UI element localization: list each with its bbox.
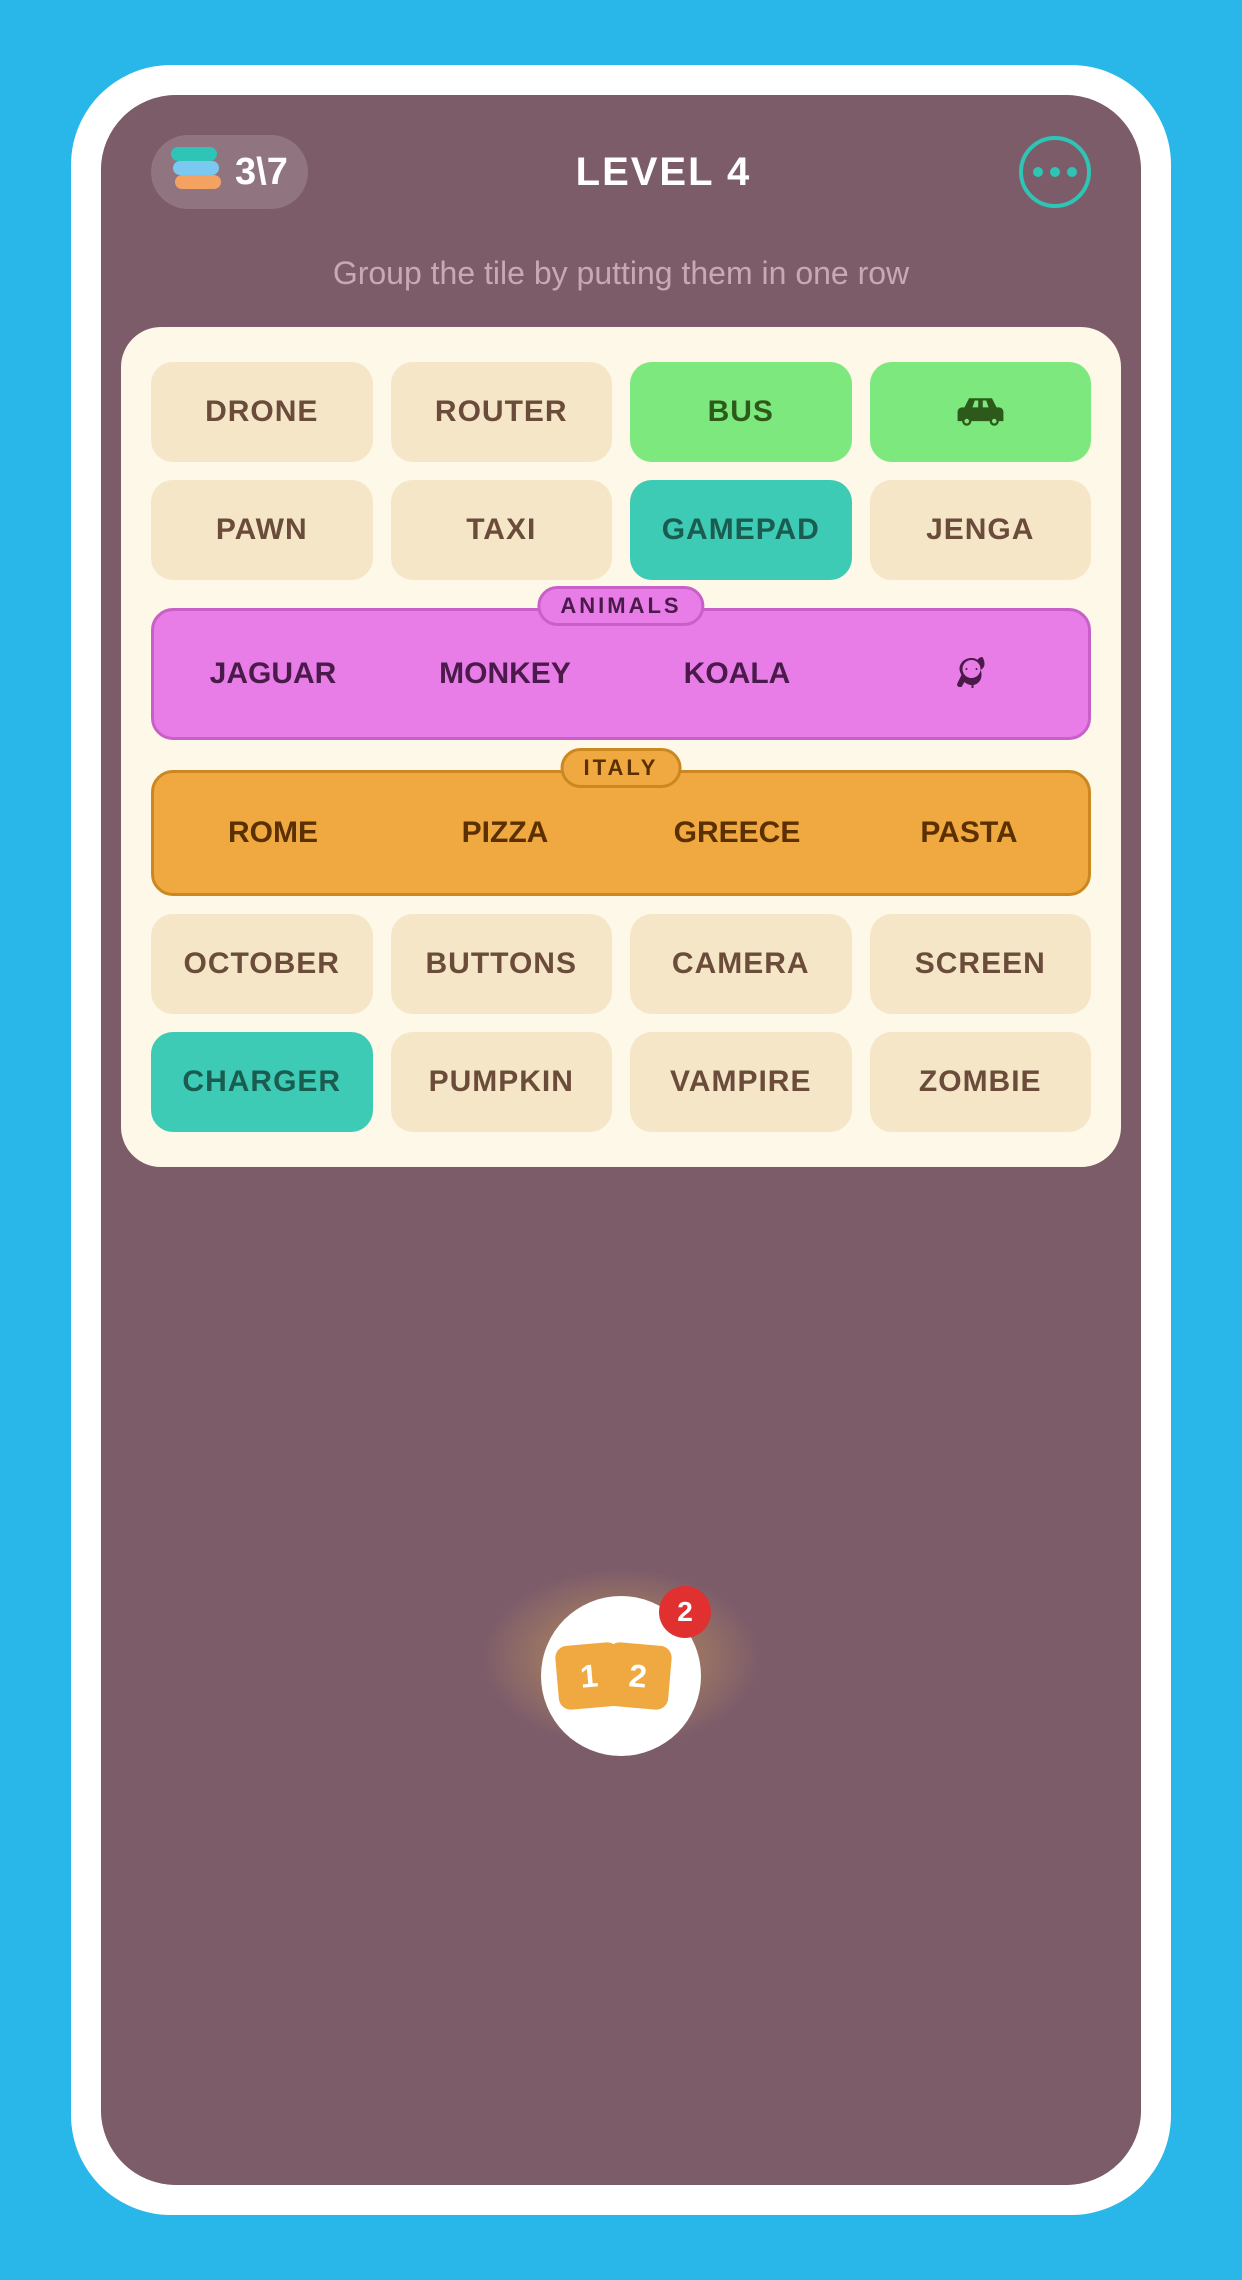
layers-icon (171, 147, 221, 197)
level-title: LEVEL 4 (576, 150, 752, 195)
animals-group-label: ANIMALS (537, 586, 704, 626)
menu-button[interactable] (1019, 136, 1091, 208)
header: 3\7 LEVEL 4 (101, 95, 1141, 239)
tile-monkey[interactable]: MONKEY (398, 623, 612, 725)
tile-october[interactable]: OCTOBER (151, 914, 373, 1014)
hint-tiles: 1 2 (557, 1644, 685, 1708)
tile-koala[interactable]: KOALA (630, 623, 844, 725)
row-6: CHARGER PUMPKIN VAMPIRE ZOMBIE (151, 1032, 1091, 1132)
tile-pumpkin[interactable]: PUMPKIN (391, 1032, 613, 1132)
tile-jaguar[interactable]: JAGUAR (166, 623, 380, 725)
instruction-text: Group the tile by putting them in one ro… (151, 249, 1091, 297)
bottom-area: 1 2 2 (101, 1167, 1141, 2185)
dot-3 (1067, 167, 1077, 177)
row-2: PAWN TAXI GAMEPAD JENGA (151, 480, 1091, 580)
tile-gamepad[interactable]: GAMEPAD (630, 480, 852, 580)
tile-router[interactable]: ROUTER (391, 362, 613, 462)
row-1: DRONE ROUTER BUS (151, 362, 1091, 462)
tile-screen[interactable]: SCREEN (870, 914, 1092, 1014)
game-board: DRONE ROUTER BUS PAWN TAXI GAMEPAD JENGA (121, 327, 1121, 1167)
tile-drone[interactable]: DRONE (151, 362, 373, 462)
tile-bus[interactable]: BUS (630, 362, 852, 462)
tile-car[interactable] (870, 362, 1092, 462)
tile-pawn[interactable]: PAWN (151, 480, 373, 580)
italy-group-wrapper: ITALY ROME PIZZA GREECE PASTA (151, 770, 1091, 896)
hint-tile-2: 2 (603, 1641, 672, 1710)
animals-group-wrapper: ANIMALS JAGUAR MONKEY KOALA (151, 608, 1091, 740)
tile-greece[interactable]: GREECE (630, 785, 844, 881)
tile-pizza[interactable]: PIZZA (398, 785, 612, 881)
dot-1 (1033, 167, 1043, 177)
italy-group-row: ITALY ROME PIZZA GREECE PASTA (151, 770, 1091, 896)
tile-zombie[interactable]: ZOMBIE (870, 1032, 1092, 1132)
tile-jenga[interactable]: JENGA (870, 480, 1092, 580)
italy-group-label: ITALY (561, 748, 682, 788)
instruction-area: Group the tile by putting them in one ro… (101, 239, 1141, 327)
tile-pasta[interactable]: PASTA (862, 785, 1076, 881)
animals-group-row: ANIMALS JAGUAR MONKEY KOALA (151, 608, 1091, 740)
score-badge: 3\7 (151, 135, 308, 209)
row-5: OCTOBER BUTTONS CAMERA SCREEN (151, 914, 1091, 1014)
dot-2 (1050, 167, 1060, 177)
tile-charger[interactable]: CHARGER (151, 1032, 373, 1132)
tile-taxi[interactable]: TAXI (391, 480, 613, 580)
hint-button[interactable]: 1 2 2 (541, 1596, 701, 1756)
phone-inner: 3\7 LEVEL 4 Group the tile by putting th… (101, 95, 1141, 2185)
tile-elephant[interactable] (862, 623, 1076, 725)
score-display: 3\7 (235, 151, 288, 194)
hint-count-badge: 2 (659, 1586, 711, 1638)
tile-camera[interactable]: CAMERA (630, 914, 852, 1014)
tile-rome[interactable]: ROME (166, 785, 380, 881)
hint-btn-wrapper: 1 2 2 (541, 1596, 701, 1756)
tile-vampire[interactable]: VAMPIRE (630, 1032, 852, 1132)
phone-frame: 3\7 LEVEL 4 Group the tile by putting th… (71, 65, 1171, 2215)
tile-buttons[interactable]: BUTTONS (391, 914, 613, 1014)
